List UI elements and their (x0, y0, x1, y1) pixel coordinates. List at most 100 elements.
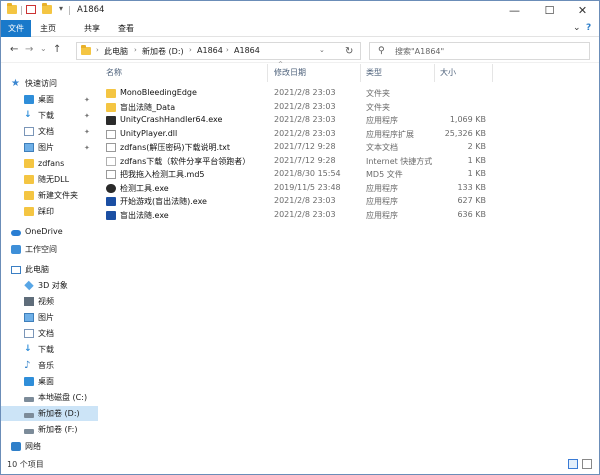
tool-exe-icon (106, 183, 116, 193)
file-type: 应用程序 (366, 183, 398, 193)
file-date: 2021/2/8 23:03 (274, 128, 336, 138)
maximize-button[interactable]: ☐ (533, 1, 566, 20)
file-row[interactable]: 把我拖入检测工具.md5 2021/8/30 15:54 MD5 文件 1 KB (102, 168, 598, 182)
breadcrumb-a1864-current[interactable]: A1864 (234, 46, 260, 55)
file-row[interactable]: 盲出法随.exe 2021/2/8 23:03 应用程序 636 KB (102, 209, 598, 223)
sidebar-item-desktop[interactable]: 桌面 ✦ (1, 92, 98, 107)
chevron-right-icon[interactable]: › (134, 46, 137, 54)
column-divider[interactable] (360, 64, 361, 82)
drive-icon (24, 428, 34, 434)
tab-file[interactable]: 文件 (1, 20, 31, 37)
sidebar-item-pictures[interactable]: 图片 ✦ (1, 140, 98, 155)
breadcrumb-this-pc[interactable]: 此电脑 (104, 46, 128, 57)
up-arrow-icon[interactable]: ↑ (53, 44, 61, 55)
desktop-icon (24, 95, 34, 104)
item-count: 10 个项目 (7, 460, 44, 469)
sidebar-item-downloads-pc[interactable]: ↓ 下载 (1, 342, 98, 357)
file-row[interactable]: 开始游戏(盲出法随).exe 2021/2/8 23:03 应用程序 627 K… (102, 195, 598, 209)
game-exe-icon (106, 197, 116, 206)
file-name: UnityCrashHandler64.exe (120, 115, 223, 124)
sidebar-item-quick-access[interactable]: ★ 快速访问 (1, 76, 98, 91)
3d-objects-icon (24, 280, 34, 291)
sidebar-item-label: 3D 对象 (38, 281, 68, 290)
address-dropdown-icon[interactable]: ⌄ (319, 46, 325, 54)
title-divider (21, 6, 22, 15)
quick-access-toolbar-dropdown-icon[interactable]: ▾ (59, 4, 63, 13)
file-row[interactable]: zdfans下载（软件分享平台领跑者） 2021/7/12 9:28 Inter… (102, 155, 598, 169)
file-row[interactable]: zdfans(解压密码)下载说明.txt 2021/7/12 9:28 文本文档… (102, 141, 598, 155)
sidebar-item-drive-f[interactable]: 新加卷 (F:) (1, 422, 98, 437)
tab-share[interactable]: 共享 (78, 20, 106, 37)
file-size: 25,326 KB (444, 128, 486, 138)
sidebar-item-workspace[interactable]: 工作空间 (1, 242, 98, 257)
file-row[interactable]: UnityPlayer.dll 2021/2/8 23:03 应用程序扩展 25… (102, 128, 598, 142)
search-placeholder: 搜索"A1864" (395, 47, 445, 56)
sidebar-item-downloads[interactable]: ↓ 下载 ✦ (1, 108, 98, 123)
sidebar-item-onedrive[interactable]: OneDrive (1, 224, 98, 239)
file-row[interactable]: 盲出法随_Data 2021/2/8 23:03 文件夹 (102, 101, 598, 115)
sidebar-item-label: 桌面 (38, 95, 54, 104)
file-date: 2021/7/12 9:28 (274, 142, 336, 151)
sidebar-item-desktop-pc[interactable]: 桌面 (1, 374, 98, 389)
column-header-date[interactable]: 修改日期 (274, 67, 306, 78)
back-arrow-icon[interactable]: ← (10, 44, 18, 55)
forward-arrow-icon[interactable]: → (25, 44, 33, 55)
file-date: 2021/2/8 23:03 (274, 101, 336, 111)
file-date: 2019/11/5 23:48 (274, 182, 341, 192)
column-divider[interactable] (267, 64, 268, 82)
file-size: 627 KB (457, 196, 486, 205)
tab-view[interactable]: 查看 (112, 20, 140, 37)
sidebar-item-folder[interactable]: 踩印 (1, 204, 98, 219)
sidebar-item-drive-d[interactable]: 新加卷 (D:) (1, 406, 98, 421)
sidebar-item-documents-pc[interactable]: 文档 (1, 326, 98, 341)
network-icon (11, 442, 21, 451)
properties-icon[interactable] (26, 5, 36, 14)
sidebar-item-label: 网络 (25, 442, 41, 451)
column-divider[interactable] (434, 64, 435, 82)
recent-locations-icon[interactable]: ⌄ (40, 44, 47, 53)
sidebar-item-this-pc[interactable]: 此电脑 (1, 262, 98, 277)
details-view-icon[interactable] (568, 459, 578, 469)
column-header-name[interactable]: 名称 (106, 67, 122, 78)
file-size: 1,069 KB (449, 115, 486, 124)
file-row[interactable]: UnityCrashHandler64.exe 2021/2/8 23:03 应… (102, 114, 598, 128)
column-header-type[interactable]: 类型 (366, 67, 382, 78)
new-folder-icon[interactable] (42, 3, 52, 14)
search-input[interactable]: ⚲ 搜索"A1864" (369, 42, 590, 60)
file-size: 636 KB (457, 209, 486, 219)
file-date: 2021/8/30 15:54 (274, 169, 341, 178)
sidebar-item-zdfans[interactable]: zdfans (1, 156, 98, 171)
column-header-size[interactable]: 大小 (440, 67, 456, 78)
minimize-button[interactable]: — (498, 1, 531, 20)
sidebar-item-music[interactable]: ♪ 音乐 (1, 358, 98, 373)
chevron-right-icon[interactable]: › (226, 46, 229, 54)
tab-home[interactable]: 主页 (34, 20, 62, 37)
chevron-right-icon[interactable]: › (96, 46, 99, 54)
sidebar-item-dll-folder[interactable]: 随无DLL (1, 172, 98, 187)
cloud-icon (11, 229, 21, 236)
sidebar-item-new-folder[interactable]: 新建文件夹 (1, 188, 98, 203)
refresh-icon[interactable]: ↻ (345, 46, 353, 57)
sidebar-item-pictures-pc[interactable]: 图片 (1, 310, 98, 325)
file-row[interactable]: MonoBleedingEdge 2021/2/8 23:03 文件夹 (102, 87, 598, 101)
file-name: zdfans(解压密码)下载说明.txt (120, 143, 231, 152)
chevron-right-icon[interactable]: › (189, 46, 192, 54)
large-icons-view-icon[interactable] (582, 459, 592, 469)
sidebar-item-3d-objects[interactable]: 3D 对象 (1, 278, 98, 293)
sidebar-item-label: 图片 (38, 143, 54, 152)
sidebar-item-documents[interactable]: 文档 ✦ (1, 124, 98, 139)
sidebar-item-label: OneDrive (25, 227, 63, 236)
ribbon-collapse-icon[interactable]: ⌄ (573, 23, 581, 33)
column-divider[interactable] (492, 64, 493, 82)
desktop-icon (24, 377, 34, 386)
file-row[interactable]: 检测工具.exe 2019/11/5 23:48 应用程序 133 KB (102, 182, 598, 196)
help-icon[interactable]: ? (586, 23, 591, 33)
breadcrumb-drive-d[interactable]: 新加卷 (D:) (142, 46, 184, 57)
breadcrumb-a1864-parent[interactable]: A1864 (197, 46, 223, 55)
sidebar-item-videos[interactable]: 视频 (1, 294, 98, 309)
folder-icon (7, 3, 17, 14)
sidebar-item-network[interactable]: 网络 (1, 439, 98, 454)
close-button[interactable]: ✕ (566, 1, 599, 20)
sidebar-item-label: 桌面 (38, 377, 54, 386)
sidebar-item-drive-c[interactable]: 本地磁盘 (C:) (1, 390, 98, 405)
